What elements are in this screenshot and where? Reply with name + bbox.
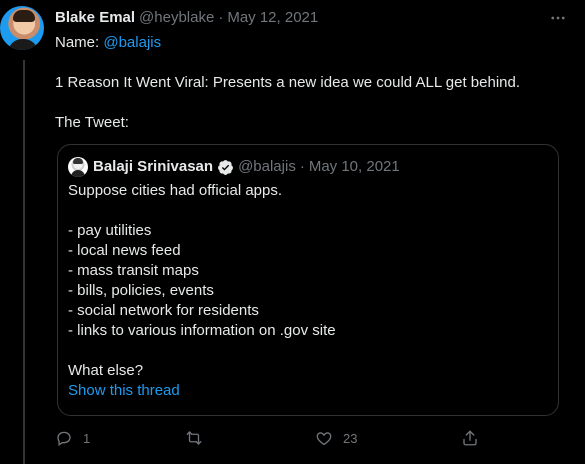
- show-thread-link[interactable]: Show this thread: [68, 382, 180, 399]
- quoted-author-handle: @balajis: [238, 158, 296, 175]
- like-icon: [316, 432, 332, 446]
- quoted-tweet-text: Suppose cities had official apps. - pay …: [68, 181, 548, 401]
- like-button[interactable]: 23: [315, 429, 461, 447]
- reply-count: 1: [83, 430, 91, 446]
- quoted-author-name: Balaji Srinivasan: [93, 158, 214, 175]
- tweet-line-tweet: The Tweet:: [55, 114, 129, 131]
- more-icon: [551, 16, 565, 20]
- author-name[interactable]: Blake Emal: [55, 8, 135, 28]
- mention-link[interactable]: @balajis: [103, 34, 161, 51]
- like-count: 23: [343, 430, 358, 446]
- tweet-text: Name: @balajis 1 Reason It Went Viral: P…: [55, 33, 565, 133]
- tweet-line-reason: 1 Reason It Went Viral: Presents a new i…: [55, 74, 521, 91]
- share-button[interactable]: [461, 429, 479, 447]
- list-item: - pay utilities: [68, 222, 152, 239]
- list-item: - social network for residents: [68, 302, 259, 319]
- separator-dot: ·: [218, 9, 224, 26]
- list-item: - bills, policies, events: [68, 282, 214, 299]
- avatar[interactable]: [0, 6, 44, 50]
- verified-icon: [217, 159, 234, 176]
- name-prefix: Name:: [55, 34, 104, 51]
- list-item: - links to various information on .gov s…: [68, 322, 336, 339]
- quoted-avatar: [68, 157, 88, 177]
- tweet-actions: 1 23: [55, 428, 495, 448]
- retweet-button[interactable]: [185, 429, 315, 447]
- list-item: - local news feed: [68, 242, 181, 259]
- quoted-tweet-date: May 10, 2021: [308, 158, 400, 175]
- quoted-closing: What else?: [68, 362, 144, 379]
- author-handle[interactable]: @heyblake: [139, 8, 214, 28]
- reply-icon: [57, 431, 71, 447]
- quoted-tweet[interactable]: Balaji Srinivasan @balajis · May 10, 202…: [57, 144, 559, 416]
- quoted-separator-dot: ·: [299, 158, 305, 175]
- share-icon: [463, 430, 477, 446]
- tweet-date[interactable]: May 12, 2021: [227, 8, 318, 28]
- tweet[interactable]: Blake Emal @heyblake · May 12, 2021 Name…: [0, 0, 585, 464]
- reply-button[interactable]: 1: [55, 429, 185, 447]
- more-button[interactable]: [546, 8, 570, 28]
- quoted-line-1: Suppose cities had official apps.: [68, 182, 283, 199]
- list-item: - mass transit maps: [68, 262, 199, 279]
- retweet-icon: [186, 431, 202, 445]
- tweet-line-name: Name: @balajis: [55, 33, 565, 53]
- tweet-header: Blake Emal @heyblake · May 12, 2021: [55, 8, 565, 28]
- tweet-content: Blake Emal @heyblake · May 12, 2021 Name…: [55, 8, 565, 133]
- thread-line: [23, 60, 25, 464]
- quoted-tweet-header: Balaji Srinivasan @balajis · May 10, 202…: [68, 157, 400, 177]
